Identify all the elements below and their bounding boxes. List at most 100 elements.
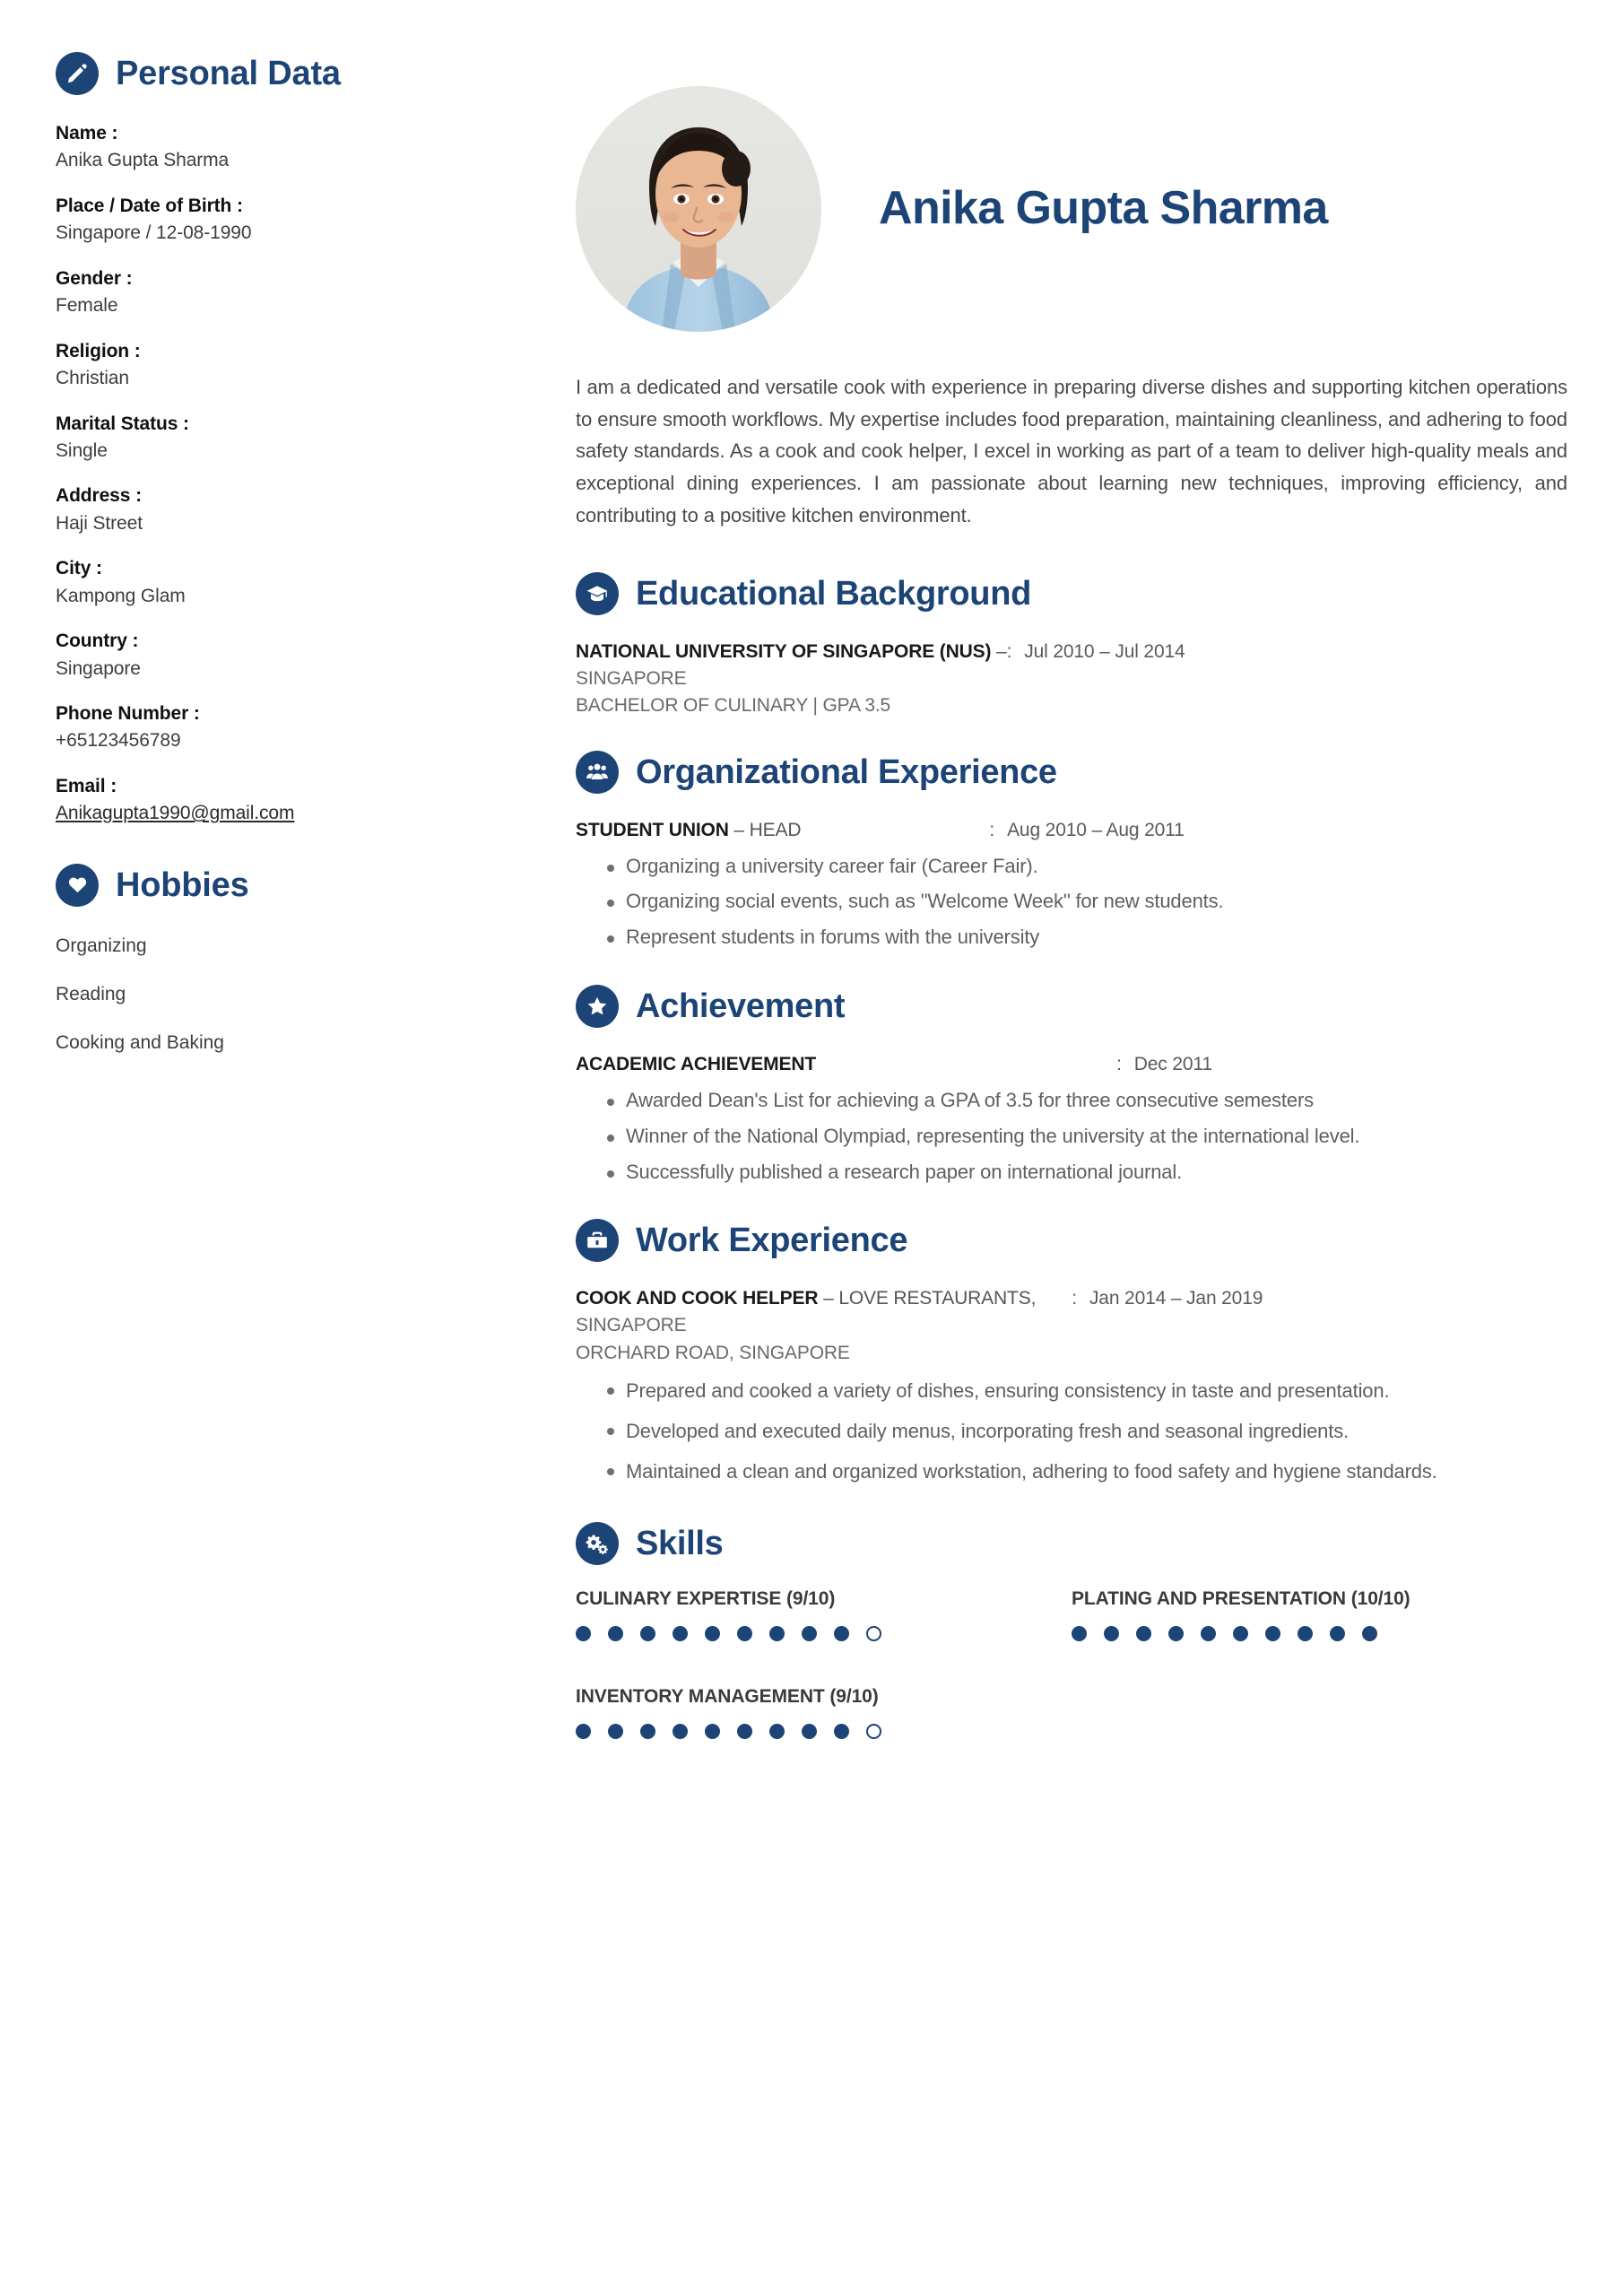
achievement-title: Achievement xyxy=(636,987,846,1026)
rating-dot-filled xyxy=(834,1723,849,1739)
avatar xyxy=(576,86,821,332)
field-city: City : Kampong Glam xyxy=(56,555,540,610)
gears-icon xyxy=(576,1521,619,1565)
rating-dot-filled xyxy=(1201,1625,1216,1641)
rating-dot-filled xyxy=(640,1625,655,1641)
field-label: Religion : xyxy=(56,340,141,361)
rating-dot-filled xyxy=(1233,1625,1248,1641)
entry-subline: BACHELOR OF CULINARY | GPA 3.5 xyxy=(576,695,891,717)
email-link[interactable]: Anikagupta1990@gmail.com xyxy=(56,800,540,827)
entry-left: STUDENT UNION – HEAD xyxy=(576,817,802,844)
field-name: Name : Anika Gupta Sharma xyxy=(56,120,540,175)
star-icon xyxy=(576,985,619,1029)
profile-summary: I am a dedicated and versatile cook with… xyxy=(576,376,1567,526)
field-value: +65123456789 xyxy=(56,730,181,752)
entry-row: STUDENT UNION – HEAD : Aug 2010 – Aug 20… xyxy=(576,817,1567,844)
page-title: Anika Gupta Sharma xyxy=(879,182,1328,235)
heart-icon xyxy=(56,863,99,907)
rating-dot-filled xyxy=(576,1723,591,1739)
rating-dot-filled xyxy=(737,1625,752,1641)
entry-bullets: Awarded Dean's List for achieving a GPA … xyxy=(576,1083,1567,1188)
list-item: Represent students in forums with the un… xyxy=(576,920,1567,954)
rating-dot-filled xyxy=(1168,1625,1184,1641)
list-item: Successfully published a research paper … xyxy=(576,1155,1567,1189)
entry-date: : Jul 2010 – Jul 2014 xyxy=(1007,639,1185,665)
rating-dot-filled xyxy=(705,1723,720,1739)
list-item: Prepared and cooked a variety of dishes,… xyxy=(576,1372,1567,1411)
entry-left: ACADEMIC ACHIEVEMENT xyxy=(576,1051,816,1078)
skill-label: PLATING AND PRESENTATION (10/10) xyxy=(1072,1587,1410,1609)
briefcase-icon xyxy=(576,1219,619,1263)
work-experience-title: Work Experience xyxy=(636,1222,908,1260)
field-label: Email : xyxy=(56,775,117,796)
work-experience-header: Work Experience xyxy=(576,1219,1567,1263)
entry-bullets: Prepared and cooked a variety of dishes,… xyxy=(576,1372,1567,1492)
entry-org: NATIONAL UNIVERSITY OF SINGAPORE (NUS) xyxy=(576,641,992,663)
section-achievement: Achievement ACADEMIC ACHIEVEMENT : Dec 2… xyxy=(576,985,1567,1188)
entry-org: STUDENT UNION xyxy=(576,819,729,840)
field-country: Country : Singapore xyxy=(56,628,540,683)
list-item: Winner of the National Olympiad, represe… xyxy=(576,1119,1567,1153)
rating-dot-filled xyxy=(1136,1625,1151,1641)
entry-role: HEAD xyxy=(749,819,802,840)
educational-background-header: Educational Background xyxy=(576,572,1567,616)
organizational-experience-title: Organizational Experience xyxy=(636,752,1057,791)
skill-inventory-management: INVENTORY MANAGEMENT (9/10) xyxy=(576,1686,1072,1739)
field-value: Single xyxy=(56,439,108,461)
achievement-header: Achievement xyxy=(576,985,1567,1029)
educational-background-title: Educational Background xyxy=(636,575,1032,613)
entry-subline: SINGAPORE xyxy=(576,667,687,689)
personal-data-header: Personal Data xyxy=(56,52,540,95)
skill-label: CULINARY EXPERTISE (9/10) xyxy=(576,1587,836,1609)
main-content: Anika Gupta Sharma I am a dedicated and … xyxy=(567,52,1567,1748)
section-work-experience: Work Experience COOK AND COOK HELPER – L… xyxy=(576,1219,1567,1491)
list-item: Reading xyxy=(56,984,126,1005)
rating-dot-filled xyxy=(1104,1625,1119,1641)
skills-grid: CULINARY EXPERTISE (9/10) PLATING AND PR… xyxy=(576,1588,1567,1739)
people-group-icon xyxy=(576,750,619,794)
skills-title: Skills xyxy=(636,1524,724,1562)
entry-subline: SINGAPORE xyxy=(576,1315,687,1336)
skill-label: INVENTORY MANAGEMENT (9/10) xyxy=(576,1685,879,1707)
date-colon: : xyxy=(1116,1054,1122,1075)
field-value: Haji Street xyxy=(56,512,143,534)
entry-left: NATIONAL UNIVERSITY OF SINGAPORE (NUS) – xyxy=(576,639,1007,665)
date-range: Jul 2010 – Jul 2014 xyxy=(1024,641,1185,663)
field-marital-status: Marital Status : Single xyxy=(56,411,540,465)
rating-dot-filled xyxy=(673,1625,688,1641)
entry-org: ACADEMIC ACHIEVEMENT xyxy=(576,1054,817,1075)
rating-dot-filled xyxy=(1265,1625,1280,1641)
skill-plating-and-presentation: PLATING AND PRESENTATION (10/10) xyxy=(1072,1588,1567,1641)
field-label: Marital Status : xyxy=(56,413,189,434)
rating-dot-filled xyxy=(673,1723,688,1739)
field-value: Singapore xyxy=(56,657,141,679)
date-range: Dec 2011 xyxy=(1133,1054,1212,1075)
rating-dot-filled xyxy=(769,1723,785,1739)
field-email: Email : Anikagupta1990@gmail.com xyxy=(56,773,540,828)
field-gender: Gender : Female xyxy=(56,265,540,320)
hero-header: Anika Gupta Sharma xyxy=(576,86,1567,332)
field-value: Singapore / 12-08-1990 xyxy=(56,222,252,244)
entry-dash: – xyxy=(733,819,744,840)
field-place-date-of-birth: Place / Date of Birth : Singapore / 12-0… xyxy=(56,193,540,248)
rating-dot-filled xyxy=(640,1723,655,1739)
date-range: Jan 2014 – Jan 2019 xyxy=(1089,1288,1263,1309)
skill-rating-dots xyxy=(576,1723,1054,1739)
organizational-entry: STUDENT UNION – HEAD : Aug 2010 – Aug 20… xyxy=(576,817,1567,954)
entry-subline: ORCHARD ROAD, SINGAPORE xyxy=(576,1342,850,1363)
sidebar: Personal Data Name : Anika Gupta Sharma … xyxy=(56,52,567,1080)
date-colon: : xyxy=(1072,1288,1077,1309)
list-item: Maintained a clean and organized worksta… xyxy=(576,1453,1567,1492)
entry-date: : Dec 2011 xyxy=(1116,1051,1212,1078)
resume-page: Personal Data Name : Anika Gupta Sharma … xyxy=(0,0,1623,2296)
work-entry: COOK AND COOK HELPER – LOVE RESTAURANTS,… xyxy=(576,1285,1567,1491)
field-phone-number: Phone Number : +65123456789 xyxy=(56,700,540,755)
section-educational-background: Educational Background NATIONAL UNIVERSI… xyxy=(576,572,1567,720)
field-label: Country : xyxy=(56,631,139,652)
rating-dot-filled xyxy=(802,1625,817,1641)
entry-dash: – xyxy=(823,1288,834,1309)
personal-data-fields: Name : Anika Gupta Sharma Place / Date o… xyxy=(56,120,540,828)
field-label: Gender : xyxy=(56,267,133,289)
entry-bullets: Organizing a university career fair (Car… xyxy=(576,849,1567,954)
field-label: Place / Date of Birth : xyxy=(56,195,243,216)
